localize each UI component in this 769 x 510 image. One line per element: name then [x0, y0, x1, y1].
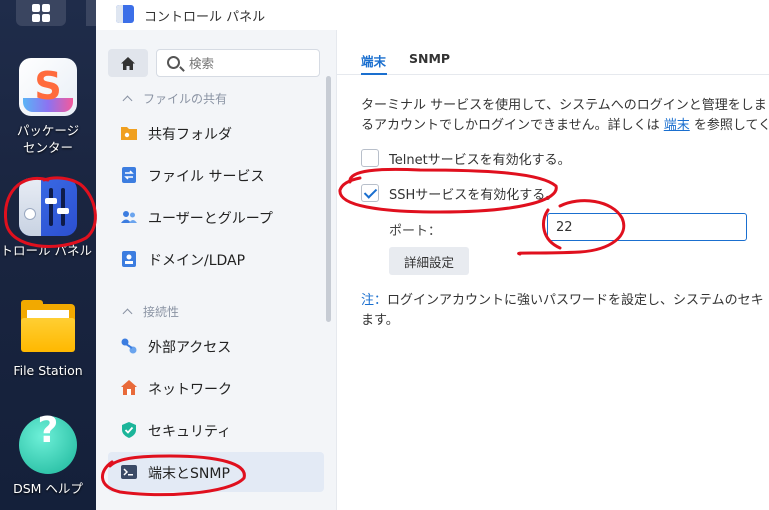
control-panel-icon — [116, 5, 134, 23]
desktop-icon-control-panel[interactable]: ントロール パネル — [0, 178, 96, 259]
section-header-label: 接続性 — [143, 305, 180, 319]
section-header-connectivity[interactable]: 接続性 — [122, 303, 180, 320]
search-box[interactable] — [156, 49, 320, 77]
description-text-part: るアカウントでしかログインできません。詳しくは — [361, 118, 660, 133]
search-icon — [167, 56, 180, 69]
content-panel: 端末 SNMP ターミナル サービスを使用して、システムへのログインと管理をしま… — [336, 30, 769, 510]
shared-folder-icon — [121, 127, 137, 140]
tab-bar: 端末 SNMP — [337, 30, 769, 75]
file-station-icon — [19, 298, 77, 356]
note-line: ます。 — [361, 313, 399, 328]
home-icon — [121, 56, 135, 70]
description-text: ターミナル サービスを使用して、システムへのログインと管理をしま るアカウントで… — [361, 96, 769, 136]
description-line: ターミナル サービスを使用して、システムへのログインと管理をしま — [361, 98, 767, 113]
help-icon: ? — [19, 413, 77, 474]
description-text-part: を参照してく — [693, 118, 769, 133]
desktop-icon-label: パッケージ — [16, 123, 80, 138]
note-line: 注：ログインアカウントに強いパスワードを設定し、システムのセキ — [361, 291, 769, 311]
sidebar-item-label: 共有フォルダ — [148, 127, 232, 143]
sidebar-scrollbar[interactable] — [326, 76, 331, 322]
sidebar-item-label: ファイル サービス — [148, 169, 265, 185]
tab-snmp[interactable]: SNMP — [409, 51, 450, 66]
sidebar-item-domain-ldap[interactable]: ドメイン/LDAP — [108, 239, 324, 279]
package-center-icon: S — [19, 58, 77, 116]
desktop-icon-dsm-help[interactable]: ? DSM ヘルプ — [0, 413, 96, 497]
terminal-help-link[interactable]: 端末 — [664, 118, 690, 133]
description-line: るアカウントでしかログインできません。詳しくは 端末 を参照してく — [361, 116, 769, 136]
sidebar-item-terminal-snmp[interactable]: 端末とSNMP — [108, 452, 324, 492]
search-input[interactable] — [189, 54, 309, 72]
sidebar-item-shared-folder[interactable]: 共有フォルダ — [108, 113, 324, 153]
advanced-settings-button[interactable]: 詳細設定 — [389, 247, 469, 275]
chevron-up-icon — [122, 308, 133, 319]
sidebar-item-label: ドメイン/LDAP — [148, 253, 246, 269]
telnet-checkbox[interactable] — [361, 149, 379, 167]
port-label: ポート： — [389, 224, 442, 239]
section-header-label: ファイルの共有 — [143, 92, 228, 106]
taskbar-item[interactable] — [86, 0, 96, 26]
sidebar: ファイルの共有 共有フォルダ ファイル サービス ユーザーとグループ — [96, 30, 336, 510]
sidebar-item-label: ユーザーとグループ — [148, 211, 273, 227]
desktop-icon-package-center[interactable]: S パッケージ センター — [0, 58, 96, 156]
desktop-icon-label: センター — [22, 140, 73, 155]
desktop-icon-label: DSM ヘルプ — [13, 481, 83, 496]
note-tag: 注： — [361, 293, 388, 308]
control-panel-window: コントロール パネル ファイルの共有 共有フォルダ ファイル サービス — [96, 0, 769, 510]
users-groups-icon — [121, 211, 137, 223]
control-panel-icon — [19, 178, 77, 236]
sidebar-item-label: ネットワーク — [148, 382, 232, 398]
sidebar-item-external-access[interactable]: 外部アクセス — [108, 326, 324, 366]
section-header-file-sharing[interactable]: ファイルの共有 — [122, 90, 228, 107]
window-title: コントロール パネル — [144, 10, 266, 25]
terminal-icon — [121, 465, 137, 479]
home-button[interactable] — [108, 49, 148, 77]
file-services-icon — [122, 167, 136, 183]
tab-terminal[interactable]: 端末 — [361, 51, 386, 70]
active-tab-indicator — [361, 73, 387, 75]
domain-ldap-icon — [122, 251, 136, 267]
desktop-icon-label: ントロール パネル — [0, 243, 92, 258]
sidebar-item-users-groups[interactable]: ユーザーとグループ — [108, 197, 324, 237]
note-text: 注：ログインアカウントに強いパスワードを設定し、システムのセキ ます。 — [361, 291, 769, 331]
desktop: S パッケージ センター ントロール パネル File Station ? DS… — [0, 0, 96, 510]
ssh-label: SSHサービスを有効化する。 — [389, 187, 559, 203]
sidebar-item-security[interactable]: セキュリティ — [108, 410, 324, 450]
telnet-option[interactable]: Telnetサービスを有効化する。 — [361, 148, 571, 168]
security-shield-icon — [122, 422, 136, 438]
sidebar-item-label: 端末とSNMP — [148, 466, 230, 482]
sidebar-item-network[interactable]: ネットワーク — [108, 368, 324, 408]
ssh-checkbox[interactable] — [361, 184, 379, 202]
chevron-up-icon — [122, 95, 133, 106]
app-grid-button[interactable] — [16, 0, 66, 26]
window-titlebar[interactable]: コントロール パネル — [96, 0, 769, 30]
note-text-part: ログインアカウントに強いパスワードを設定し、システムのセキ — [387, 293, 764, 308]
telnet-label: Telnetサービスを有効化する。 — [389, 152, 571, 168]
desktop-icon-file-station[interactable]: File Station — [0, 298, 96, 379]
desktop-icon-label: File Station — [13, 363, 83, 378]
network-icon — [121, 380, 137, 395]
ssh-option[interactable]: SSHサービスを有効化する。 — [361, 183, 558, 203]
sidebar-item-file-services[interactable]: ファイル サービス — [108, 155, 324, 195]
external-access-icon — [121, 338, 137, 354]
port-input[interactable] — [547, 213, 747, 241]
sidebar-item-label: 外部アクセス — [148, 340, 232, 356]
sidebar-item-label: セキュリティ — [148, 424, 232, 440]
